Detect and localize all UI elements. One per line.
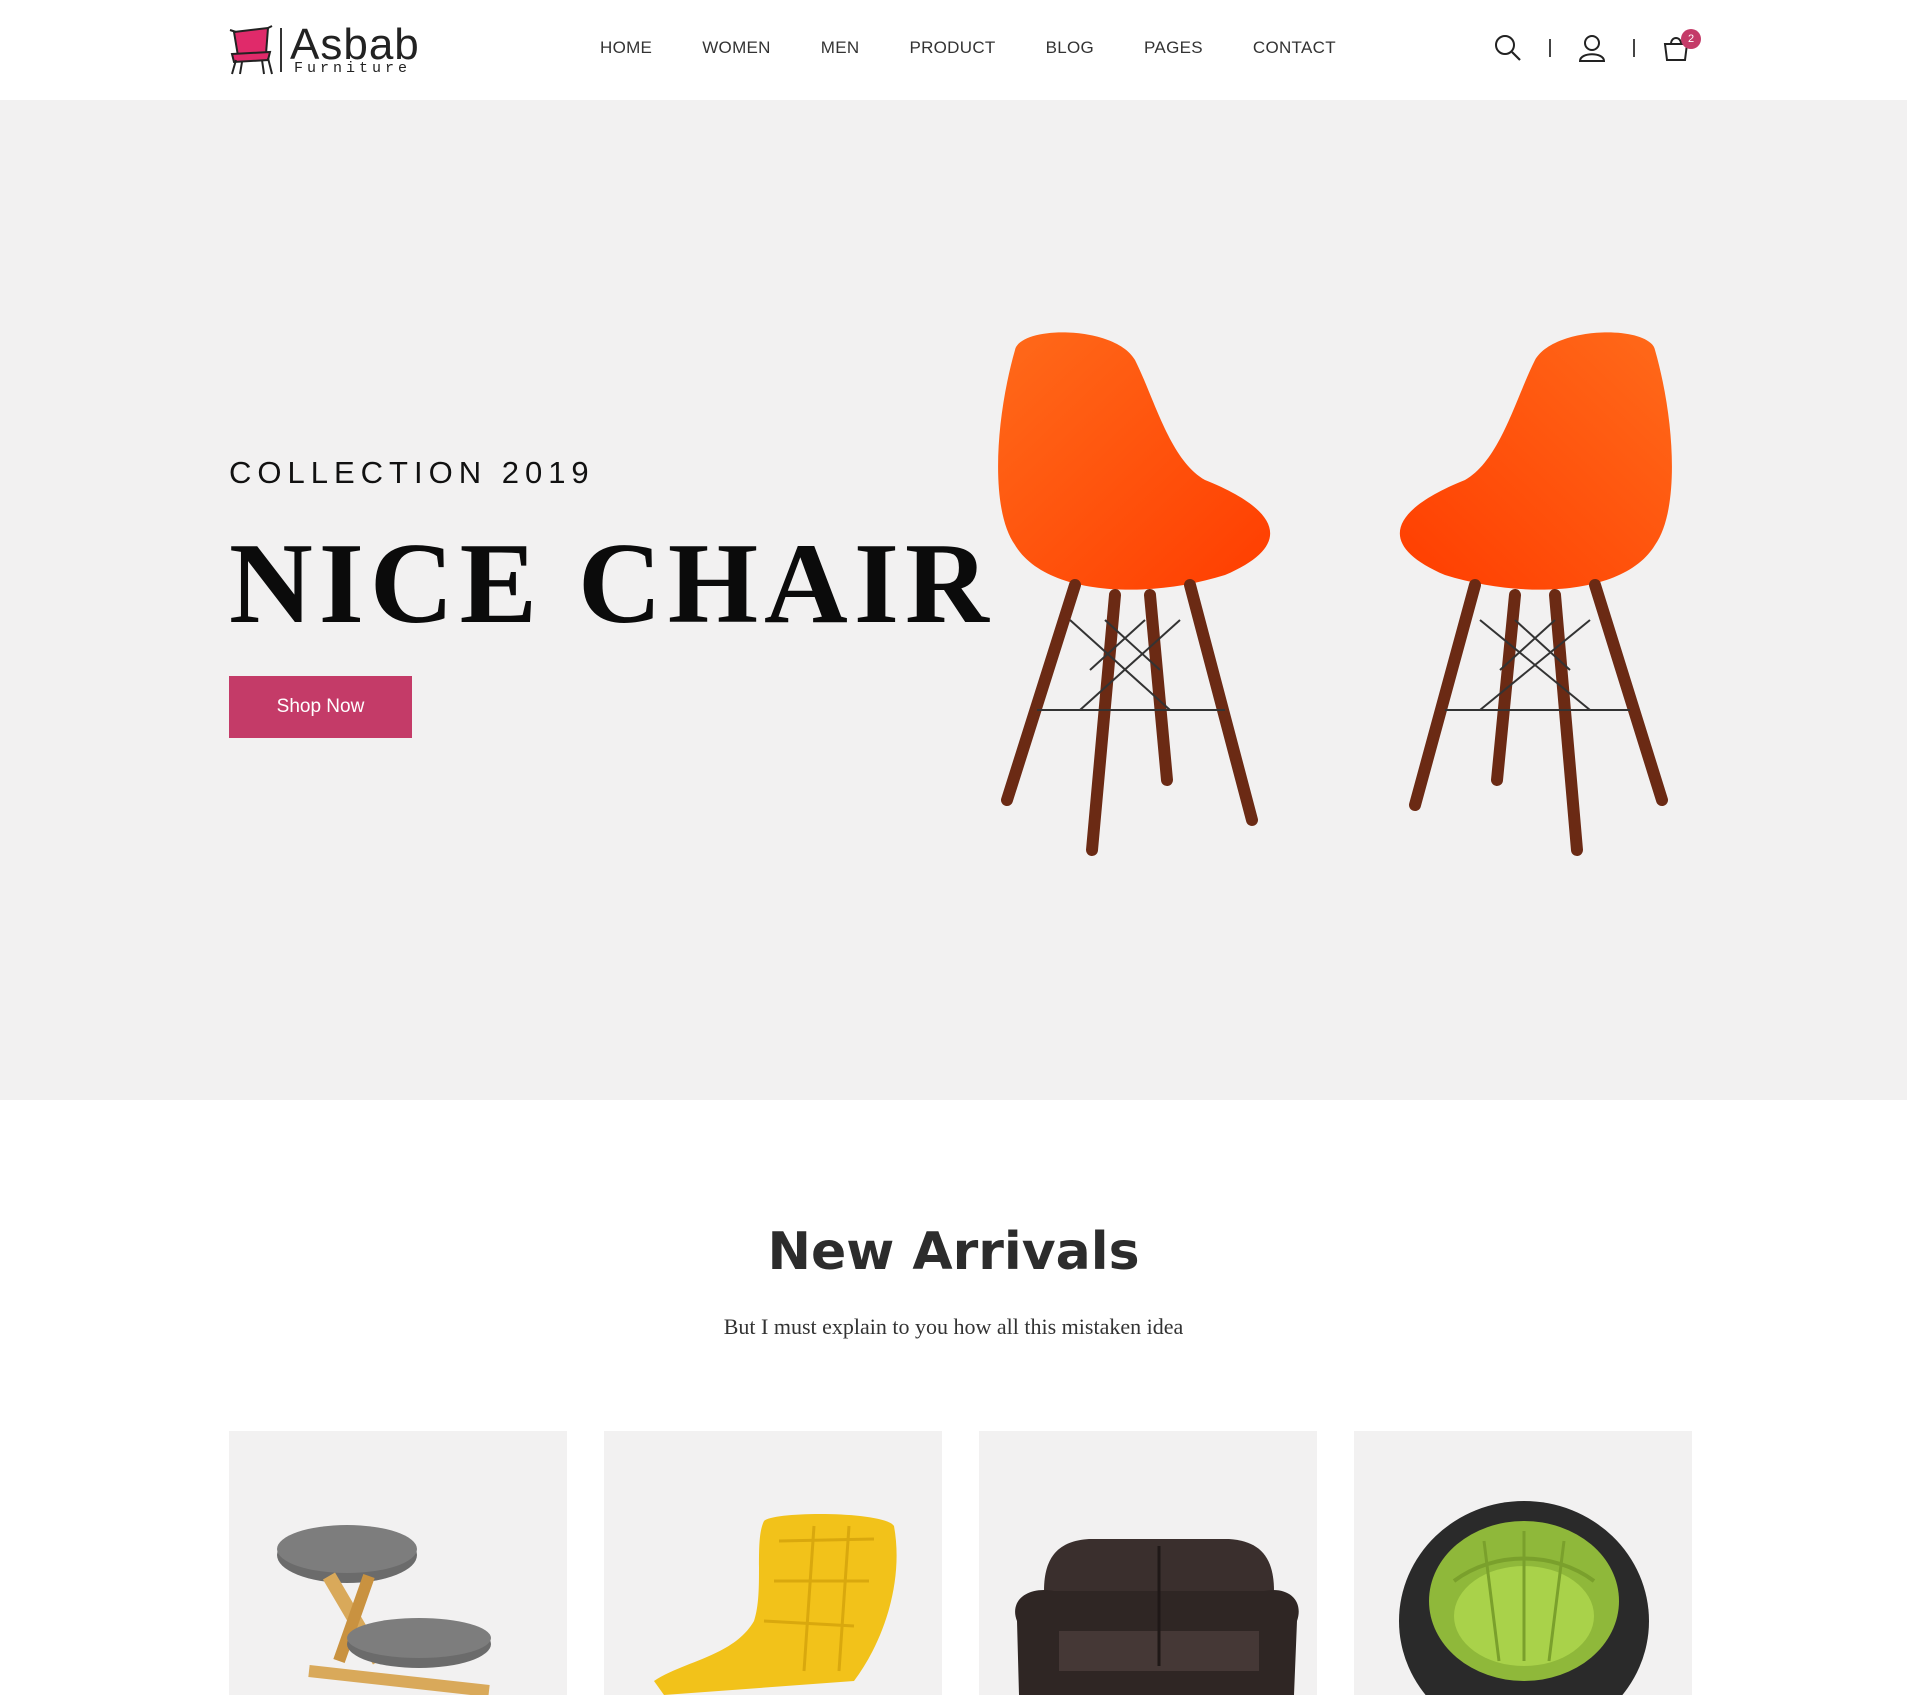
search-icon[interactable] — [1493, 33, 1523, 63]
product-card[interactable] — [229, 1431, 567, 1695]
nav-item-blog[interactable]: BLOG — [1046, 38, 1094, 62]
product-grid — [229, 1431, 1692, 1695]
nav-item-home[interactable]: HOME — [600, 38, 652, 62]
nav-item-women[interactable]: WOMEN — [702, 38, 771, 62]
user-icon[interactable] — [1577, 33, 1607, 63]
hero-chair-image — [1399, 332, 1672, 856]
inflatable-chair-image — [1399, 1501, 1649, 1695]
logo-chair-icon — [229, 25, 273, 75]
header-separator — [1549, 39, 1551, 57]
shop-now-button[interactable]: Shop Now — [229, 676, 412, 738]
hero-banner: COLLECTION 2019 NICE CHAIR Shop Now — [0, 100, 1907, 1100]
nav-item-men[interactable]: MEN — [821, 38, 860, 62]
section-title: New Arrivals — [767, 1222, 1140, 1282]
leather-loveseat-image — [1015, 1539, 1299, 1695]
nav-item-pages[interactable]: PAGES — [1144, 38, 1203, 62]
kneeling-chair-image — [277, 1525, 491, 1695]
product-card[interactable] — [979, 1431, 1317, 1695]
main-nav: HOME WOMEN MEN PRODUCT BLOG PAGES CONTAC… — [600, 38, 1386, 62]
yellow-lounge-chair-image — [654, 1514, 897, 1695]
hero-title: NICE CHAIR — [229, 520, 995, 648]
cart-count-badge: 2 — [1681, 29, 1701, 49]
header-separator — [1633, 39, 1635, 57]
hero-subtitle: COLLECTION 2019 — [229, 455, 595, 490]
section-subtitle: But I must explain to you how all this m… — [723, 1314, 1184, 1339]
cart-icon[interactable]: 2 — [1661, 29, 1701, 63]
logo-divider — [280, 28, 282, 72]
brand-logo[interactable]: Asbab Furniture — [228, 20, 428, 78]
site-header: Asbab Furniture HOME WOMEN MEN PRODUCT B… — [0, 0, 1907, 100]
header-actions: 2 — [1493, 28, 1701, 68]
nav-item-product[interactable]: PRODUCT — [909, 38, 995, 62]
nav-item-contact[interactable]: CONTACT — [1253, 38, 1336, 62]
product-card[interactable] — [1354, 1431, 1692, 1695]
brand-tagline: Furniture — [294, 60, 412, 77]
product-card[interactable] — [604, 1431, 942, 1695]
hero-chair-image — [998, 332, 1271, 856]
